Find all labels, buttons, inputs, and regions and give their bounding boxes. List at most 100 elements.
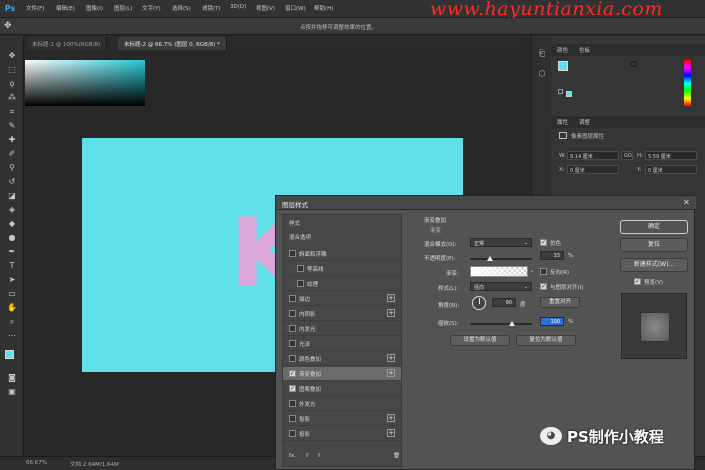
path-selection-icon[interactable]: ➤ xyxy=(6,274,18,285)
trash-icon[interactable]: 🗑 xyxy=(393,453,400,459)
dither-checkbox[interactable]: ✓ xyxy=(540,239,547,246)
move-up-icon[interactable]: ⇧ xyxy=(305,453,310,459)
move-tool-icon[interactable]: ✥ xyxy=(4,21,16,32)
fx-menu-icon[interactable]: fx. xyxy=(289,453,296,459)
add-effect-icon[interactable]: + xyxy=(387,429,395,437)
align-layer-checkbox[interactable]: ✓ xyxy=(540,283,547,290)
style-row[interactable]: 描边 + xyxy=(283,292,401,306)
link-toggle[interactable]: GO xyxy=(621,151,633,160)
dialog-titlebar[interactable]: 图层样式 ✕ xyxy=(276,196,696,210)
menu-help[interactable]: 帮助(H) xyxy=(314,4,333,12)
add-effect-icon[interactable]: + xyxy=(387,354,395,362)
menu-window[interactable]: 窗口(W) xyxy=(285,4,306,12)
style-checkbox[interactable] xyxy=(289,340,296,347)
style-checkbox[interactable]: ✓ xyxy=(289,370,296,377)
tab-color[interactable]: 颜色 xyxy=(557,46,568,54)
move-icon[interactable]: ✥ xyxy=(6,50,18,61)
style-select[interactable]: 径向 ⌄ xyxy=(470,282,532,291)
lasso-icon[interactable]: ϙ xyxy=(6,78,18,89)
blend-mode-select[interactable]: 正常 ⌄ xyxy=(470,238,532,247)
menu-select[interactable]: 选择(S) xyxy=(172,4,191,12)
style-checkbox[interactable] xyxy=(289,430,296,437)
pen-icon[interactable]: ✒ xyxy=(6,246,18,257)
color-picker-field[interactable] xyxy=(25,60,145,106)
move-down-icon[interactable]: ⇩ xyxy=(317,453,322,459)
height-field[interactable]: 5.59 厘米 xyxy=(645,151,697,160)
gradient-picker[interactable] xyxy=(470,266,528,277)
tab-untitled-1[interactable]: 未标题-1 @ 100%(RGB/8) xyxy=(26,37,108,50)
hue-slider[interactable] xyxy=(684,60,691,106)
x-field[interactable]: 0 厘米 xyxy=(567,165,619,174)
style-checkbox[interactable] xyxy=(297,265,304,272)
new-style-button[interactable]: 新建样式(W)... xyxy=(620,258,688,272)
style-row[interactable]: 光泽 xyxy=(283,337,401,351)
zoom-level[interactable]: 66.67% xyxy=(26,460,47,466)
opacity-field[interactable]: 33 xyxy=(540,251,564,260)
menu-view[interactable]: 视图(V) xyxy=(256,4,275,12)
reset-button[interactable]: 复位 xyxy=(620,238,688,252)
crop-icon[interactable]: ⌗ xyxy=(6,106,18,117)
eyedropper-icon[interactable]: ✎ xyxy=(6,120,18,131)
width-field[interactable]: 9.14 厘米 xyxy=(567,151,619,160)
angle-field[interactable]: 90 xyxy=(492,298,516,307)
marquee-icon[interactable]: ⬚ xyxy=(6,64,18,75)
menu-filter[interactable]: 滤镜(T) xyxy=(202,4,221,12)
add-effect-icon[interactable]: + xyxy=(387,369,395,377)
style-checkbox[interactable] xyxy=(297,280,304,287)
style-row[interactable]: 内阴影 + xyxy=(283,307,401,321)
rectangle-icon[interactable]: ▭ xyxy=(6,288,18,299)
opacity-slider-knob[interactable] xyxy=(487,256,494,261)
styles-header[interactable]: 样式 xyxy=(289,219,300,227)
reset-align-button[interactable]: 重置对齐 xyxy=(540,297,580,308)
style-row[interactable]: 纹理 xyxy=(283,277,401,291)
angle-dial[interactable] xyxy=(472,296,486,310)
paint-bucket-icon[interactable]: ◈ xyxy=(6,204,18,215)
history-panel-icon[interactable]: ⎗ xyxy=(536,48,548,60)
menu-layer[interactable]: 图层(L) xyxy=(114,4,132,12)
style-checkbox[interactable]: ✓ xyxy=(289,385,296,392)
more-tools-icon[interactable]: ⋯ xyxy=(6,330,18,341)
clone-stamp-icon[interactable]: ⚲ xyxy=(6,162,18,173)
blur-icon[interactable]: ◆ xyxy=(6,218,18,229)
style-row[interactable]: 等高线 xyxy=(283,262,401,276)
scale-slider[interactable] xyxy=(470,323,532,325)
eraser-icon[interactable]: ◪ xyxy=(6,190,18,201)
add-effect-icon[interactable]: + xyxy=(387,309,395,317)
menu-3d[interactable]: 3D(D) xyxy=(230,4,246,10)
history-brush-icon[interactable]: ↺ xyxy=(6,176,18,187)
style-row[interactable]: 颜色叠加 + xyxy=(283,352,401,366)
style-checkbox[interactable] xyxy=(289,310,296,317)
color-picker-cursor[interactable] xyxy=(631,61,637,67)
style-checkbox[interactable] xyxy=(289,250,296,257)
add-effect-icon[interactable]: + xyxy=(387,294,395,302)
style-checkbox[interactable] xyxy=(289,295,296,302)
tab-adjustments[interactable]: 调整 xyxy=(579,118,590,126)
style-checkbox[interactable] xyxy=(289,400,296,407)
color-swatch-small[interactable] xyxy=(566,91,572,97)
blend-options-item[interactable]: 混合选项 xyxy=(289,233,311,241)
tab-swatches[interactable]: 色板 xyxy=(579,46,590,54)
y-field[interactable]: 0 厘米 xyxy=(645,165,697,174)
brush-icon[interactable]: ✐ xyxy=(6,148,18,159)
style-row[interactable]: 内发光 xyxy=(283,322,401,336)
ok-button[interactable]: 确定 xyxy=(620,220,688,234)
menu-image[interactable]: 图像(I) xyxy=(86,4,103,12)
style-row[interactable]: ✓ 图案叠加 xyxy=(283,382,401,396)
quick-mask-icon[interactable]: ◙ xyxy=(6,372,18,383)
style-row[interactable]: 投影 + xyxy=(283,412,401,426)
foreground-color-swatch[interactable] xyxy=(5,350,14,359)
reset-default-button[interactable]: 复位为默认值 xyxy=(516,335,576,346)
reverse-checkbox[interactable] xyxy=(540,268,547,275)
style-row[interactable]: ✓ 渐变叠加 + xyxy=(283,367,401,381)
hand-icon[interactable]: ✋ xyxy=(6,302,18,313)
preview-checkbox[interactable]: ✓ xyxy=(634,278,641,285)
opacity-slider[interactable] xyxy=(470,258,532,260)
style-checkbox[interactable] xyxy=(289,415,296,422)
healing-brush-icon[interactable]: ✚ xyxy=(6,134,18,145)
style-checkbox[interactable] xyxy=(289,325,296,332)
screen-mode-icon[interactable]: ▣ xyxy=(6,386,18,397)
magic-wand-icon[interactable]: ⁂ xyxy=(6,92,18,103)
make-default-button[interactable]: 设置为默认值 xyxy=(450,335,510,346)
add-effect-icon[interactable]: + xyxy=(387,414,395,422)
style-row[interactable]: 外发光 xyxy=(283,397,401,411)
